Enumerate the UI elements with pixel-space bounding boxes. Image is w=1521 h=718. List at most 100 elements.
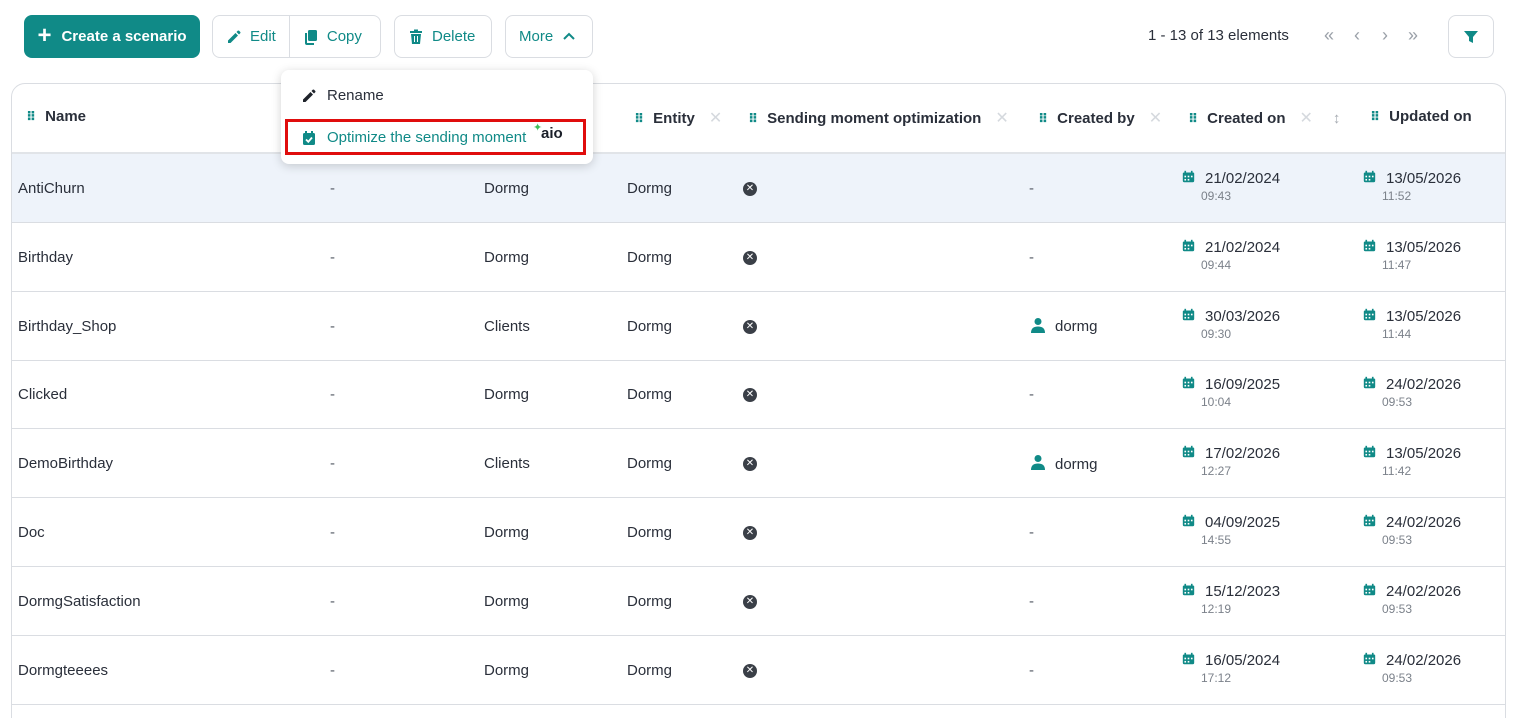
column-header-created-by-label: Created by	[1057, 109, 1135, 127]
remove-column-icon[interactable]: ✕	[709, 108, 722, 128]
cell-created-by: dormg	[1031, 454, 1098, 474]
cell-name: AntiChurn	[18, 180, 85, 197]
created-by-name: dormg	[1055, 318, 1098, 336]
calendar-icon	[1182, 170, 1195, 187]
cell-entity: Dormg	[627, 524, 673, 541]
cell-updated-on: 13/05/2026 11:47	[1363, 239, 1461, 272]
last-page-icon[interactable]: »	[1404, 25, 1422, 46]
created-date: 16/09/2025	[1205, 376, 1281, 394]
updated-date: 24/02/2026	[1386, 514, 1462, 531]
plus-icon: +	[37, 21, 52, 49]
delete-button[interactable]: Delete	[394, 15, 492, 58]
first-page-icon[interactable]: «	[1320, 25, 1338, 46]
remove-column-icon[interactable]: ✕	[1149, 108, 1162, 128]
cell-name: Clicked	[18, 386, 68, 404]
cell-created-on: 04/09/2025 14:55	[1182, 514, 1280, 547]
cell-created-by: -	[1029, 386, 1034, 404]
created-by-name: dormg	[1055, 455, 1098, 473]
table-row[interactable]: DemoBirthday - Clients Dormg ✕ dormg 17/02/202…	[12, 429, 1505, 499]
drag-handle-icon[interactable]: ⠿	[1370, 110, 1380, 123]
copy-label: Copy	[326, 28, 362, 45]
menu-item-optimize-sending-moment[interactable]: Optimize the sending moment	[301, 129, 526, 146]
more-label: More	[519, 28, 554, 45]
created-time: 09:44	[1201, 257, 1232, 272]
aio-badge: ✦ aio	[533, 122, 563, 142]
drag-handle-icon[interactable]: ⠿	[748, 112, 758, 125]
calendar-icon	[1363, 583, 1376, 600]
column-header-updated-on[interactable]: ⠿ Updated on	[1370, 108, 1472, 125]
calendar-icon	[1363, 445, 1376, 462]
aio-badge-text: aio	[541, 125, 563, 142]
cell-entity: Dormg	[627, 248, 673, 266]
cell-entity: Dormg	[627, 455, 673, 473]
table-row[interactable]: Doc - Dormg Dormg ✕ - 04/09/2025 14:55 24/02/202…	[12, 498, 1505, 567]
column-header-entity-label: Entity	[653, 109, 695, 127]
calendar-icon	[1363, 376, 1376, 393]
table-row[interactable]: DormgSatisfaction - Dormg Dormg ✕ - 15/12/2023…	[12, 567, 1505, 636]
table-row[interactable]: AntiChurn - Dormg Dormg ✕ - 21/02/2024 09:43 13/…	[12, 154, 1505, 223]
create-scenario-label: Create a scenario	[61, 28, 187, 45]
copy-icon	[304, 29, 317, 45]
cell-entity: Dormg	[627, 386, 673, 404]
updated-date: 13/05/2026	[1386, 170, 1462, 187]
filter-icon	[1464, 30, 1478, 43]
updated-time: 09:53	[1382, 533, 1413, 547]
create-scenario-button[interactable]: + Create a scenario	[24, 15, 200, 58]
cell-created-by: -	[1029, 180, 1034, 197]
calendar-icon	[1363, 239, 1376, 256]
cell-col3: Dormg	[484, 524, 530, 541]
table-row[interactable]: Clicked - Dormg Dormg ✕ - 16/09/2025 10:04 24/02…	[12, 360, 1505, 430]
disabled-x-icon: ✕	[743, 663, 757, 678]
remove-column-icon[interactable]: ✕	[995, 108, 1008, 128]
column-header-name-label: Name	[45, 108, 87, 125]
prev-page-icon[interactable]: ‹	[1348, 25, 1366, 46]
cell-created-by: -	[1029, 524, 1034, 541]
cell-updated-on: 24/02/2026 09:53	[1363, 376, 1461, 409]
created-date: 04/09/2025	[1205, 514, 1281, 531]
cell-created-on: 17/02/2026 12:27	[1182, 445, 1280, 478]
column-header-sending-moment[interactable]: ⠿ Sending moment optimization ✕	[748, 108, 1009, 128]
drag-handle-icon[interactable]: ⠿	[26, 110, 36, 123]
cell-col2: -	[330, 180, 335, 197]
column-header-name[interactable]: ⠿ Name	[26, 108, 86, 125]
calendar-icon	[1182, 308, 1195, 325]
table-row[interactable]: Dormgteeees - Dormg Dormg ✕ - 16/05/2024 17:12 2…	[12, 636, 1505, 705]
sort-icon[interactable]: ↕	[1333, 110, 1341, 127]
column-header-entity[interactable]: ⠿ Entity ✕	[634, 108, 722, 128]
updated-time: 11:52	[1382, 189, 1412, 203]
created-date: 15/12/2023	[1205, 582, 1281, 600]
scenarios-table: ⠿ Name ⠿ Entity ✕ ⠿ Sending moment optim…	[11, 83, 1506, 718]
more-segment[interactable]: More	[506, 16, 590, 57]
more-button[interactable]: More	[505, 15, 593, 58]
column-header-created-by[interactable]: ⠿ Created by ✕	[1038, 108, 1162, 128]
more-menu: Rename Optimize the sending moment ✦ aio	[281, 70, 593, 164]
pencil-icon	[228, 30, 241, 43]
remove-column-icon[interactable]: ✕	[1300, 108, 1313, 128]
drag-handle-icon[interactable]: ⠿	[1038, 112, 1048, 125]
created-time: 09:30	[1201, 326, 1232, 341]
column-header-created-on[interactable]: ⠿ Created on ✕ ↕	[1188, 108, 1340, 128]
toolbar: + Create a scenario Edit Copy Delete Mor…	[0, 0, 1521, 72]
table-row[interactable]: Birthday_Shop - Clients Dormg ✕ dormg 30/03/20…	[12, 292, 1505, 361]
cell-col3: Clients	[484, 317, 530, 335]
menu-item-rename[interactable]: Rename	[301, 87, 384, 104]
drag-handle-icon[interactable]: ⠿	[634, 112, 644, 125]
created-date: 16/05/2024	[1205, 651, 1281, 669]
next-page-icon[interactable]: ›	[1376, 25, 1394, 46]
calendar-icon	[1182, 376, 1195, 393]
disabled-x-icon: ✕	[743, 250, 757, 265]
calendar-icon	[1363, 652, 1376, 669]
drag-handle-icon[interactable]: ⠿	[1188, 112, 1198, 125]
disabled-x-icon: ✕	[743, 388, 757, 403]
calendar-icon	[1363, 308, 1376, 325]
table-row[interactable]: Birthday - Dormg Dormg ✕ - 21/02/2024 09:44 13/0…	[12, 223, 1505, 292]
created-time: 12:27	[1201, 464, 1232, 479]
optimize-label: Optimize the sending moment	[327, 129, 527, 146]
created-date: 21/02/2024	[1205, 238, 1281, 256]
filter-button[interactable]	[1448, 15, 1494, 58]
copy-button[interactable]: Copy	[288, 16, 375, 57]
edit-button[interactable]: Edit	[213, 16, 289, 57]
delete-segment[interactable]: Delete	[395, 16, 488, 57]
updated-date: 24/02/2026	[1386, 582, 1462, 600]
updated-time: 09:53	[1382, 601, 1413, 616]
